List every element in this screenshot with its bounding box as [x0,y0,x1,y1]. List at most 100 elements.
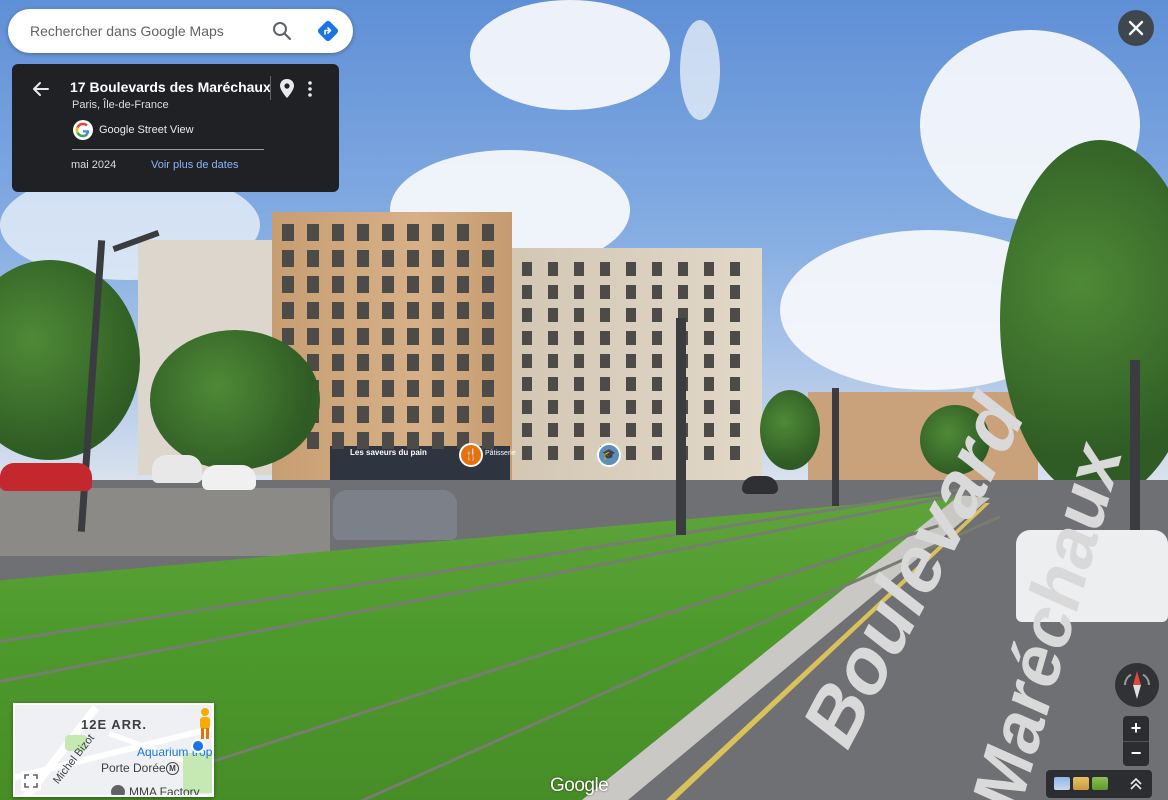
window [704,423,714,437]
window [407,276,419,293]
window [522,446,532,460]
window [357,276,369,293]
window [457,302,469,319]
window [730,446,740,460]
window [574,308,584,322]
poi-label: MMA Factory [129,785,200,797]
chevron-up-icon [1128,774,1144,794]
district-label: 12E ARR. [81,717,148,732]
google-watermark: Google [550,775,609,796]
window [382,406,394,423]
place-info-card: 17 Boulevards des Maréchaux Paris, Île-d… [12,64,339,192]
window [548,377,558,391]
place-title: 17 Boulevards des Maréchaux [70,79,271,95]
window [357,354,369,371]
window [548,446,558,460]
zoom-out-button[interactable]: − [1123,741,1149,766]
close-icon[interactable] [1118,10,1154,46]
window [626,331,636,345]
window [357,380,369,397]
window [600,308,610,322]
window [357,224,369,241]
window [307,328,319,345]
search-input[interactable] [30,21,260,41]
window [730,262,740,276]
window [432,224,444,241]
metro-icon: M [166,762,179,775]
window [574,331,584,345]
window [357,302,369,319]
window [652,400,662,414]
window [730,308,740,322]
viewpoint-marker-icon [191,739,205,753]
window [407,380,419,397]
three-dots-vertical-icon[interactable] [302,78,318,100]
place-subtitle: Paris, Île-de-France [72,99,169,111]
capture-date: mai 2024 [71,159,117,171]
window [600,400,610,414]
window [457,328,469,345]
sidewalk [0,488,330,556]
window [407,224,419,241]
window [357,328,369,345]
map-thumbnail [1092,777,1108,790]
window [332,380,344,397]
window [704,354,714,368]
window [548,354,558,368]
window [332,354,344,371]
window [282,302,294,319]
restaurant-poi-icon[interactable]: 🍴 [459,443,483,467]
window [574,377,584,391]
window [600,377,610,391]
imagery-layers-button[interactable] [1046,770,1152,798]
window [704,285,714,299]
car-white-van [152,455,202,483]
arrow-left-icon[interactable] [30,78,52,100]
window [332,250,344,267]
window [730,377,740,391]
directions-icon[interactable] [316,19,340,43]
window [482,354,494,371]
window [482,380,494,397]
window [482,302,494,319]
catenary-pole [676,318,686,535]
window [482,432,494,449]
window [522,354,532,368]
window [332,276,344,293]
window [307,250,319,267]
cloud [680,20,720,120]
window [282,224,294,241]
minimap[interactable]: 12E ARR. Aquarium tropic Porte Dorée M M… [13,703,214,797]
window [432,354,444,371]
map-poi-marker-icon [111,785,125,795]
window [574,285,584,299]
window [626,377,636,391]
fullscreen-icon[interactable] [21,771,41,791]
window [548,262,558,276]
window [407,432,419,449]
pegman-icon[interactable] [198,707,212,741]
compass-icon[interactable] [1115,663,1159,707]
zoom-in-button[interactable]: + [1123,716,1149,741]
school-poi-icon[interactable]: 🎓 [597,443,621,467]
window [457,354,469,371]
see-more-dates-link[interactable]: Voir plus de dates [151,159,238,171]
window [457,380,469,397]
map-pin-icon[interactable] [278,78,296,100]
window [678,262,688,276]
window [332,302,344,319]
window [626,308,636,322]
window [522,285,532,299]
window [522,262,532,276]
window [652,308,662,322]
window [407,406,419,423]
search-icon[interactable] [270,19,294,43]
catenary-pole [832,388,839,506]
window [704,262,714,276]
cloud [470,0,670,110]
window [432,328,444,345]
window [457,406,469,423]
window [600,354,610,368]
window [482,224,494,241]
window [704,377,714,391]
